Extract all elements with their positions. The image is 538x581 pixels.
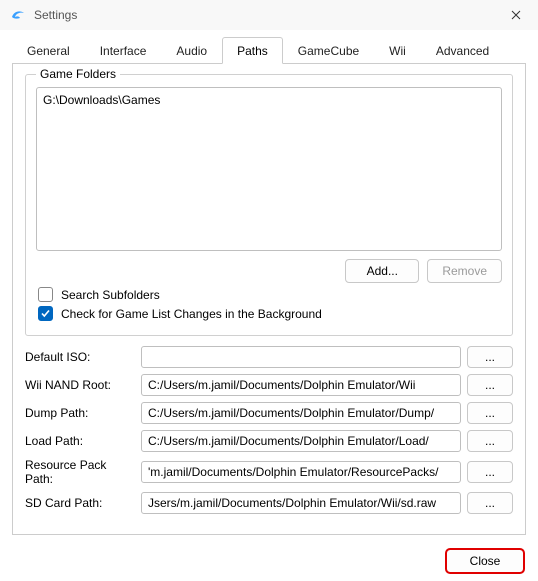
- default-iso-label: Default ISO:: [25, 350, 135, 364]
- close-button[interactable]: Close: [446, 549, 524, 573]
- default-iso-input[interactable]: [141, 346, 461, 368]
- dump-path-input[interactable]: C:/Users/m.jamil/Documents/Dolphin Emula…: [141, 402, 461, 424]
- resource-pack-path-input[interactable]: 'm.jamil/Documents/Dolphin Emulator/Reso…: [141, 461, 461, 483]
- window-title: Settings: [34, 8, 77, 22]
- game-folders-group: Game Folders G:\Downloads\Games Add... R…: [25, 74, 513, 336]
- sd-card-path-browse-button[interactable]: ...: [467, 492, 513, 514]
- remove-folder-button[interactable]: Remove: [427, 259, 502, 283]
- tab-paths[interactable]: Paths: [222, 37, 283, 64]
- resource-pack-path-label: Resource Pack Path:: [25, 458, 135, 486]
- background-check-checkbox[interactable]: [38, 306, 53, 321]
- wii-nand-root-browse-button[interactable]: ...: [467, 374, 513, 396]
- tab-wii[interactable]: Wii: [374, 37, 421, 63]
- title-bar: Settings: [0, 0, 538, 30]
- load-path-input[interactable]: C:/Users/m.jamil/Documents/Dolphin Emula…: [141, 430, 461, 452]
- game-folders-list[interactable]: G:\Downloads\Games: [36, 87, 502, 251]
- load-path-label: Load Path:: [25, 434, 135, 448]
- tab-interface[interactable]: Interface: [85, 37, 162, 63]
- search-subfolders-checkbox[interactable]: [38, 287, 53, 302]
- search-subfolders-row[interactable]: Search Subfolders: [38, 287, 502, 302]
- dump-path-browse-button[interactable]: ...: [467, 402, 513, 424]
- add-folder-button[interactable]: Add...: [345, 259, 419, 283]
- default-iso-browse-button[interactable]: ...: [467, 346, 513, 368]
- load-path-browse-button[interactable]: ...: [467, 430, 513, 452]
- background-check-label: Check for Game List Changes in the Backg…: [61, 307, 322, 321]
- search-subfolders-label: Search Subfolders: [61, 288, 160, 302]
- tab-gamecube[interactable]: GameCube: [283, 37, 374, 63]
- tab-audio[interactable]: Audio: [161, 37, 222, 63]
- sd-card-path-input[interactable]: Jsers/m.jamil/Documents/Dolphin Emulator…: [141, 492, 461, 514]
- resource-pack-path-browse-button[interactable]: ...: [467, 461, 513, 483]
- list-item[interactable]: G:\Downloads\Games: [43, 92, 495, 108]
- tab-general[interactable]: General: [12, 37, 85, 63]
- tab-strip: General Interface Audio Paths GameCube W…: [12, 36, 526, 64]
- wii-nand-root-input[interactable]: C:/Users/m.jamil/Documents/Dolphin Emula…: [141, 374, 461, 396]
- window-close-button[interactable]: [494, 0, 538, 30]
- tab-advanced[interactable]: Advanced: [421, 37, 504, 63]
- dump-path-label: Dump Path:: [25, 406, 135, 420]
- sd-card-path-label: SD Card Path:: [25, 496, 135, 510]
- dolphin-icon: [10, 7, 26, 23]
- tabpanel-paths: Game Folders G:\Downloads\Games Add... R…: [12, 64, 526, 535]
- background-check-row[interactable]: Check for Game List Changes in the Backg…: [38, 306, 502, 321]
- game-folders-legend: Game Folders: [36, 67, 120, 81]
- wii-nand-root-label: Wii NAND Root:: [25, 378, 135, 392]
